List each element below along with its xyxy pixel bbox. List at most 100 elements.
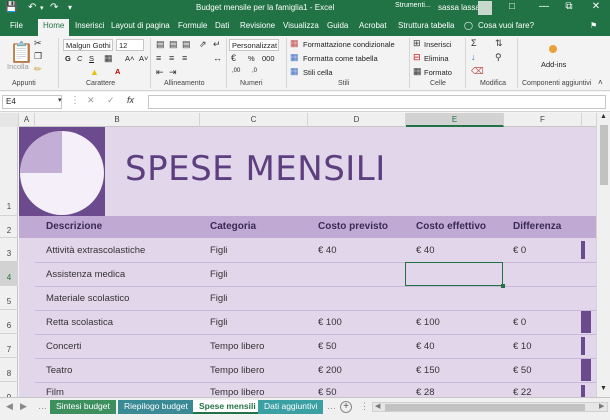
sort-filter-icon[interactable]: ⇅ [495,38,503,49]
row-header-1[interactable]: 1 [0,127,18,216]
format-table-icon[interactable]: ▦ [290,52,299,63]
horizontal-scrollbar[interactable]: ◀ ▶ [372,402,608,412]
font-color-icon[interactable]: A [115,67,120,76]
customize-qat-icon[interactable]: ▾ [68,3,72,12]
align-center-icon[interactable]: ≡ [169,53,174,63]
cell-actual[interactable]: € 150 [416,365,440,376]
format-painter-icon[interactable]: ✏ [34,64,42,75]
row-header-7[interactable]: 7 [0,334,18,358]
delete-cells-icon[interactable]: ⊟ [413,52,421,63]
tab-table-design[interactable]: Struttura tabella [398,21,454,30]
insert-cells-icon[interactable]: ⊞ [413,38,421,49]
cell-category[interactable]: Figli [210,293,227,304]
sheet-tab-additional-data[interactable]: Dati aggiuntivi [258,400,324,414]
restore-icon[interactable]: ⧉ [563,1,575,12]
underline-icon[interactable]: S [89,54,94,63]
tab-acrobat[interactable]: Acrobat [359,21,387,30]
conditional-format-icon[interactable]: ▦ [290,38,299,49]
column-header-b[interactable]: B [35,113,200,127]
scroll-right-icon[interactable]: ▶ [599,402,604,410]
next-sheet-icon[interactable]: ▶ [20,401,27,412]
cell-category[interactable]: Tempo libero [210,365,264,376]
align-middle-icon[interactable]: ▤ [169,39,178,50]
cell-planned[interactable]: € 50 [318,387,337,397]
cell-description[interactable]: Film [46,387,64,397]
selected-cell-e4[interactable] [405,262,505,288]
more-sheets-icon[interactable]: … [38,401,47,411]
scroll-down-icon[interactable]: ▼ [600,385,607,392]
delete-cells-button[interactable]: Elimina [424,54,449,63]
cell-difference[interactable]: € 50 [513,365,532,376]
confirm-entry-icon[interactable]: ✓ [107,95,115,106]
currency-icon[interactable]: € [231,53,236,63]
column-header-e[interactable]: E [406,113,504,127]
scroll-left-icon[interactable]: ◀ [375,402,380,410]
tab-insert[interactable]: Inserisci [75,21,104,30]
column-header-c[interactable]: C [200,113,308,127]
paste-button[interactable]: Incolla [7,62,29,71]
user-name[interactable]: sassa lassa [438,3,480,12]
cell-planned[interactable]: € 50 [318,341,337,352]
sheet-tab-monthly-expenses[interactable]: Spese mensili [193,400,262,414]
align-right-icon[interactable]: ≡ [182,53,187,63]
wrap-text-icon[interactable]: ↵ [213,39,221,50]
align-left-icon[interactable]: ≡ [156,53,161,63]
collapse-ribbon-icon[interactable]: ˄ [598,78,603,87]
scroll-up-icon[interactable]: ▲ [600,113,607,120]
fill-icon[interactable]: ↓ [471,52,476,62]
row-header-6[interactable]: 6 [0,310,18,334]
italic-icon[interactable]: C [77,54,82,63]
tab-file[interactable]: File [10,21,23,30]
row-header-8[interactable]: 8 [0,358,18,382]
autosum-icon[interactable]: Σ [471,38,477,48]
cut-icon[interactable]: ✂ [34,38,42,49]
header-description[interactable]: Descrizione [46,221,102,232]
cell-description[interactable]: Attività extrascolastiche [46,245,145,256]
cell-actual[interactable]: € 28 [416,387,435,397]
sheet-tab-summary[interactable]: Sintesi budget [50,400,116,414]
close-icon[interactable]: ✕ [590,1,602,12]
cell-actual[interactable]: € 40 [416,341,435,352]
cell-description[interactable]: Retta scolastica [46,317,113,328]
redo-icon[interactable]: ↷ [50,2,58,13]
cell-planned[interactable]: € 100 [318,317,342,328]
header-category[interactable]: Categoria [210,221,256,232]
format-table-button[interactable]: Formatta come tabella [303,54,378,63]
clear-icon[interactable]: ⌫ [471,66,484,77]
tab-page-layout[interactable]: Layout di pagina [111,21,170,30]
cell-difference[interactable]: € 0 [513,317,526,328]
cell-planned[interactable]: € 200 [318,365,342,376]
cell-category[interactable]: Tempo libero [210,387,264,397]
cell-difference[interactable]: € 10 [513,341,532,352]
vertical-scrollbar[interactable]: ▲ ▼ [596,113,610,397]
tab-split-icon[interactable]: ⋮ [360,401,369,412]
tell-me-input[interactable]: Cosa vuoi fare? [478,21,534,30]
worksheet[interactable]: SPESE MENSILI Descrizione Categoria Cost… [19,127,596,397]
merge-center-icon[interactable]: ↔ [213,53,222,63]
row-header-4[interactable]: 4 [0,262,18,286]
increase-decimal-icon[interactable]: ,00 [232,68,240,74]
cell-description[interactable]: Materiale scolastico [46,293,129,304]
cell-actual[interactable]: € 40 [416,245,435,256]
sheet-tab-recap[interactable]: Riepilogo budget [118,400,194,414]
thousands-icon[interactable]: 000 [262,54,275,63]
column-header-a[interactable]: A [19,113,35,127]
undo-icon[interactable]: ↶ [28,2,36,13]
name-box[interactable]: E4 [2,95,62,109]
name-box-dropdown-icon[interactable]: ▾ [58,96,62,104]
align-top-icon[interactable]: ▤ [156,39,165,50]
minimize-icon[interactable]: — [538,1,550,12]
fill-color-icon[interactable]: ▲ [90,67,99,77]
undo-dropdown-icon[interactable]: ▾ [40,4,44,12]
copy-icon[interactable]: ❐ [34,51,42,62]
cell-difference[interactable]: € 22 [513,387,532,397]
avatar[interactable] [478,1,492,15]
font-name-select[interactable]: Malgun Gothi [63,39,113,51]
cell-description[interactable]: Teatro [46,365,72,376]
decrease-decimal-icon[interactable]: ,0 [252,68,257,74]
tab-help[interactable]: Guida [327,21,348,30]
decrease-indent-icon[interactable]: ⇤ [156,67,164,78]
percent-icon[interactable]: % [248,54,255,63]
tab-formulas[interactable]: Formule [178,21,207,30]
row-header-3[interactable]: 3 [0,238,18,262]
